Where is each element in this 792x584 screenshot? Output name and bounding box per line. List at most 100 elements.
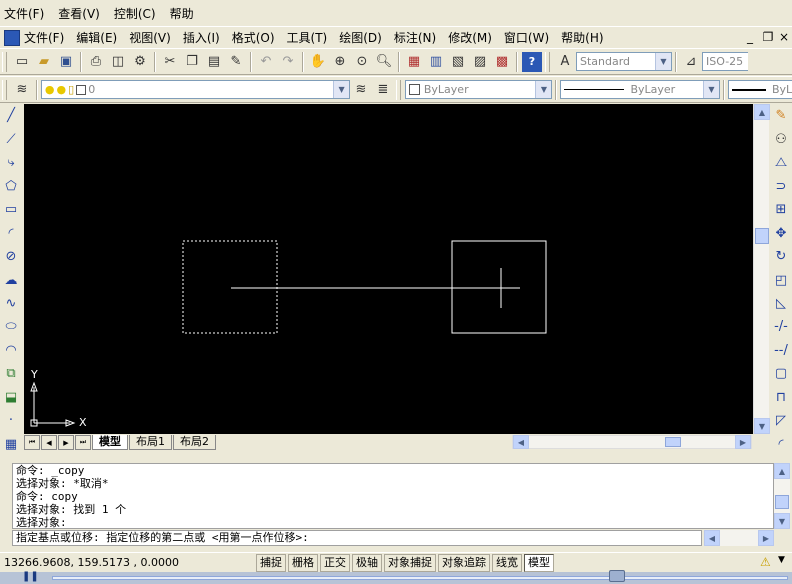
join-icon[interactable]: ⊓: [771, 388, 791, 407]
snap-toggle[interactable]: 捕捉: [256, 553, 286, 572]
osnap-toggle[interactable]: 对象捕捉: [384, 553, 436, 572]
command-line-input[interactable]: 指定基点或位移: 指定位移的第二点或 <用第一点作位移>:: [12, 530, 702, 546]
toolbar-grip-3[interactable]: [2, 79, 7, 100]
model-toggle[interactable]: 模型: [524, 553, 554, 572]
cmd-scroll-left-icon[interactable]: ◀: [704, 530, 720, 546]
cmd-scroll-right-icon[interactable]: ▶: [758, 530, 774, 546]
cut-icon[interactable]: ✂: [160, 52, 180, 72]
ortho-toggle[interactable]: 正交: [320, 553, 350, 572]
toolbar-grip[interactable]: [2, 51, 7, 72]
close-button[interactable]: ×: [776, 29, 792, 45]
dim-style-select[interactable]: ISO-25: [702, 52, 748, 71]
zoom-previous-icon[interactable]: 🔍︎: [374, 52, 394, 72]
acad-menu-draw[interactable]: 绘图(D): [339, 29, 382, 46]
cmd-scroll-down-icon[interactable]: ▼: [774, 513, 790, 529]
circle-icon[interactable]: ⊘: [1, 247, 21, 266]
drawing-canvas[interactable]: Y X: [24, 104, 753, 434]
paste-icon[interactable]: ▤: [204, 52, 224, 72]
scroll-right-icon[interactable]: ▶: [735, 435, 751, 449]
line-icon[interactable]: ╱: [1, 106, 21, 125]
cmd-hscrollbar[interactable]: ◀ ▶: [704, 530, 774, 546]
toolbar-grip-2[interactable]: [545, 51, 550, 72]
acad-menu-window[interactable]: 窗口(W): [504, 29, 549, 46]
pan-icon[interactable]: ✋: [308, 52, 328, 72]
layer-select[interactable]: ● ● ▯ 0 ▼: [40, 80, 351, 99]
comm-center-icon[interactable]: ⚠: [760, 555, 771, 569]
construction-line-icon[interactable]: ⟋: [1, 129, 21, 148]
markup-icon[interactable]: ▩: [492, 52, 512, 72]
tab-layout1[interactable]: 布局1: [129, 435, 172, 450]
preview-icon[interactable]: ◫: [108, 52, 128, 72]
fillet-icon[interactable]: ◜: [771, 435, 791, 454]
coordinates-readout[interactable]: 13266.9608, 159.5173 , 0.0000: [0, 556, 254, 569]
color-select[interactable]: ByLayer ▼: [404, 80, 553, 99]
make-block-icon[interactable]: ⬓: [1, 388, 21, 407]
erase-icon[interactable]: ✎: [771, 106, 791, 125]
mirror-icon[interactable]: ⧍: [771, 153, 791, 172]
minimize-button[interactable]: _: [742, 29, 758, 45]
tab-model[interactable]: 模型: [92, 435, 128, 450]
cmd-scroll-up-icon[interactable]: ▲: [774, 463, 790, 479]
help-icon[interactable]: ?: [522, 51, 542, 72]
menu-control[interactable]: 控制(C): [114, 5, 156, 22]
properties-icon[interactable]: ▦: [404, 52, 424, 72]
make-current-icon[interactable]: ≋: [351, 80, 371, 100]
menu-file[interactable]: 文件(F): [4, 5, 44, 22]
publish-icon[interactable]: ⚙: [130, 52, 150, 72]
save-icon[interactable]: ▣: [56, 52, 76, 72]
progress-handle[interactable]: [609, 570, 625, 582]
array-icon[interactable]: ⊞: [771, 200, 791, 219]
acad-menu-edit[interactable]: 编辑(E): [76, 29, 117, 46]
grid-toggle[interactable]: 栅格: [288, 553, 318, 572]
text-style-select[interactable]: Standard ▼: [576, 52, 672, 71]
first-tab-icon[interactable]: ⏮: [24, 435, 40, 450]
scale-icon[interactable]: ◰: [771, 270, 791, 289]
acad-menu-dimension[interactable]: 标注(N): [394, 29, 436, 46]
ellipse-arc-icon[interactable]: ◠: [1, 341, 21, 360]
move-icon[interactable]: ✥: [771, 223, 791, 242]
tab-layout2[interactable]: 布局2: [173, 435, 216, 450]
hscroll-thumb[interactable]: [665, 437, 681, 447]
revcloud-icon[interactable]: ☁: [1, 270, 21, 289]
menu-view[interactable]: 查看(V): [58, 5, 100, 22]
copy-object-icon[interactable]: ⚇: [771, 129, 791, 148]
extend-icon[interactable]: --/: [771, 341, 791, 360]
designcenter-icon[interactable]: ▥: [426, 52, 446, 72]
layer-manager-icon[interactable]: ≋: [12, 80, 32, 100]
acad-menu-insert[interactable]: 插入(I): [183, 29, 220, 46]
offset-icon[interactable]: ⊃: [771, 176, 791, 195]
restore-button[interactable]: ❐: [760, 29, 776, 45]
sheetset-icon[interactable]: ▨: [470, 52, 490, 72]
break-icon[interactable]: ▢: [771, 364, 791, 383]
layer-previous-icon[interactable]: ≣: [373, 80, 393, 100]
acad-menu-tools[interactable]: 工具(T): [287, 29, 328, 46]
redo-icon[interactable]: ↷: [278, 52, 298, 72]
point-icon[interactable]: ·: [1, 411, 21, 430]
acad-menu-file[interactable]: 文件(F): [24, 29, 64, 46]
otrack-toggle[interactable]: 对象追踪: [438, 553, 490, 572]
last-tab-icon[interactable]: ⏭: [75, 435, 91, 450]
pause-icon[interactable]: ❚❚: [22, 571, 39, 582]
chamfer-icon[interactable]: ◸: [771, 411, 791, 430]
stretch-icon[interactable]: ◺: [771, 294, 791, 313]
lineweight-toggle[interactable]: 线宽: [492, 553, 522, 572]
match-icon[interactable]: ✎: [226, 52, 246, 72]
lineweight-select[interactable]: ByLay: [727, 80, 792, 99]
linetype-select[interactable]: ByLayer ▼: [560, 80, 720, 99]
acad-menu-format[interactable]: 格式(O): [232, 29, 275, 46]
toolpalette-icon[interactable]: ▧: [448, 52, 468, 72]
arc-icon[interactable]: ◜: [1, 223, 21, 242]
toolbar-grip-4[interactable]: [395, 79, 401, 100]
polyline-icon[interactable]: ⤷: [1, 153, 21, 172]
rectangle-icon[interactable]: ▭: [1, 200, 21, 219]
acad-menu-modify[interactable]: 修改(M): [448, 29, 492, 46]
rotate-icon[interactable]: ↻: [771, 247, 791, 266]
acad-menu-help[interactable]: 帮助(H): [561, 29, 603, 46]
cmd-scroll-thumb[interactable]: [775, 495, 789, 509]
ellipse-icon[interactable]: ⬭: [1, 317, 21, 336]
command-vscrollbar[interactable]: ▲ ▼: [774, 463, 790, 529]
zoom-window-icon[interactable]: ⊙: [352, 52, 372, 72]
scroll-thumb[interactable]: [755, 228, 769, 244]
new-icon[interactable]: ▭: [12, 52, 32, 72]
polygon-icon[interactable]: ⬠: [1, 176, 21, 195]
